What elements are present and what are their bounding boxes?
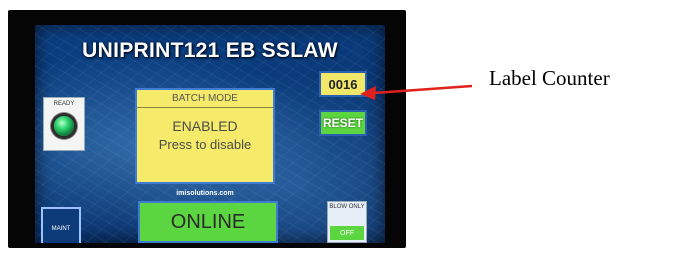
label-counter-callout: Label Counter [489, 66, 610, 90]
ready-label: READY [53, 101, 75, 107]
batch-mode-status: ENABLED [172, 118, 238, 134]
green-led-icon [54, 116, 74, 136]
red-arrow-icon [360, 84, 473, 100]
machine-title: UNIPRINT121 EB SSLAW [82, 39, 338, 62]
batch-mode-header: BATCH MODE [137, 90, 273, 108]
ready-indicator: READY [43, 97, 85, 151]
hmi-screen: UNIPRINT121 EB SSLAW 0016 RESET READY BA… [35, 25, 385, 243]
reset-button[interactable]: RESET [319, 110, 367, 136]
batch-mode-button[interactable]: BATCH MODE ENABLED Press to disable [135, 88, 275, 184]
blow-only-state: OFF [330, 226, 364, 240]
label-counter-value: 0016 [328, 76, 358, 92]
maint-button[interactable]: MAINT [41, 207, 81, 243]
website-label: imisolutions.com [176, 190, 234, 197]
online-button-label: ONLINE [170, 210, 246, 233]
reset-button-label: RESET [322, 116, 363, 130]
batch-mode-action: Press to disable [158, 137, 252, 152]
maint-button-label: MAINT [51, 226, 71, 232]
blow-only-label: BLOW ONLY [329, 204, 365, 210]
online-button[interactable]: ONLINE [138, 201, 278, 243]
blow-only-toggle[interactable]: BLOW ONLY OFF [327, 201, 367, 243]
